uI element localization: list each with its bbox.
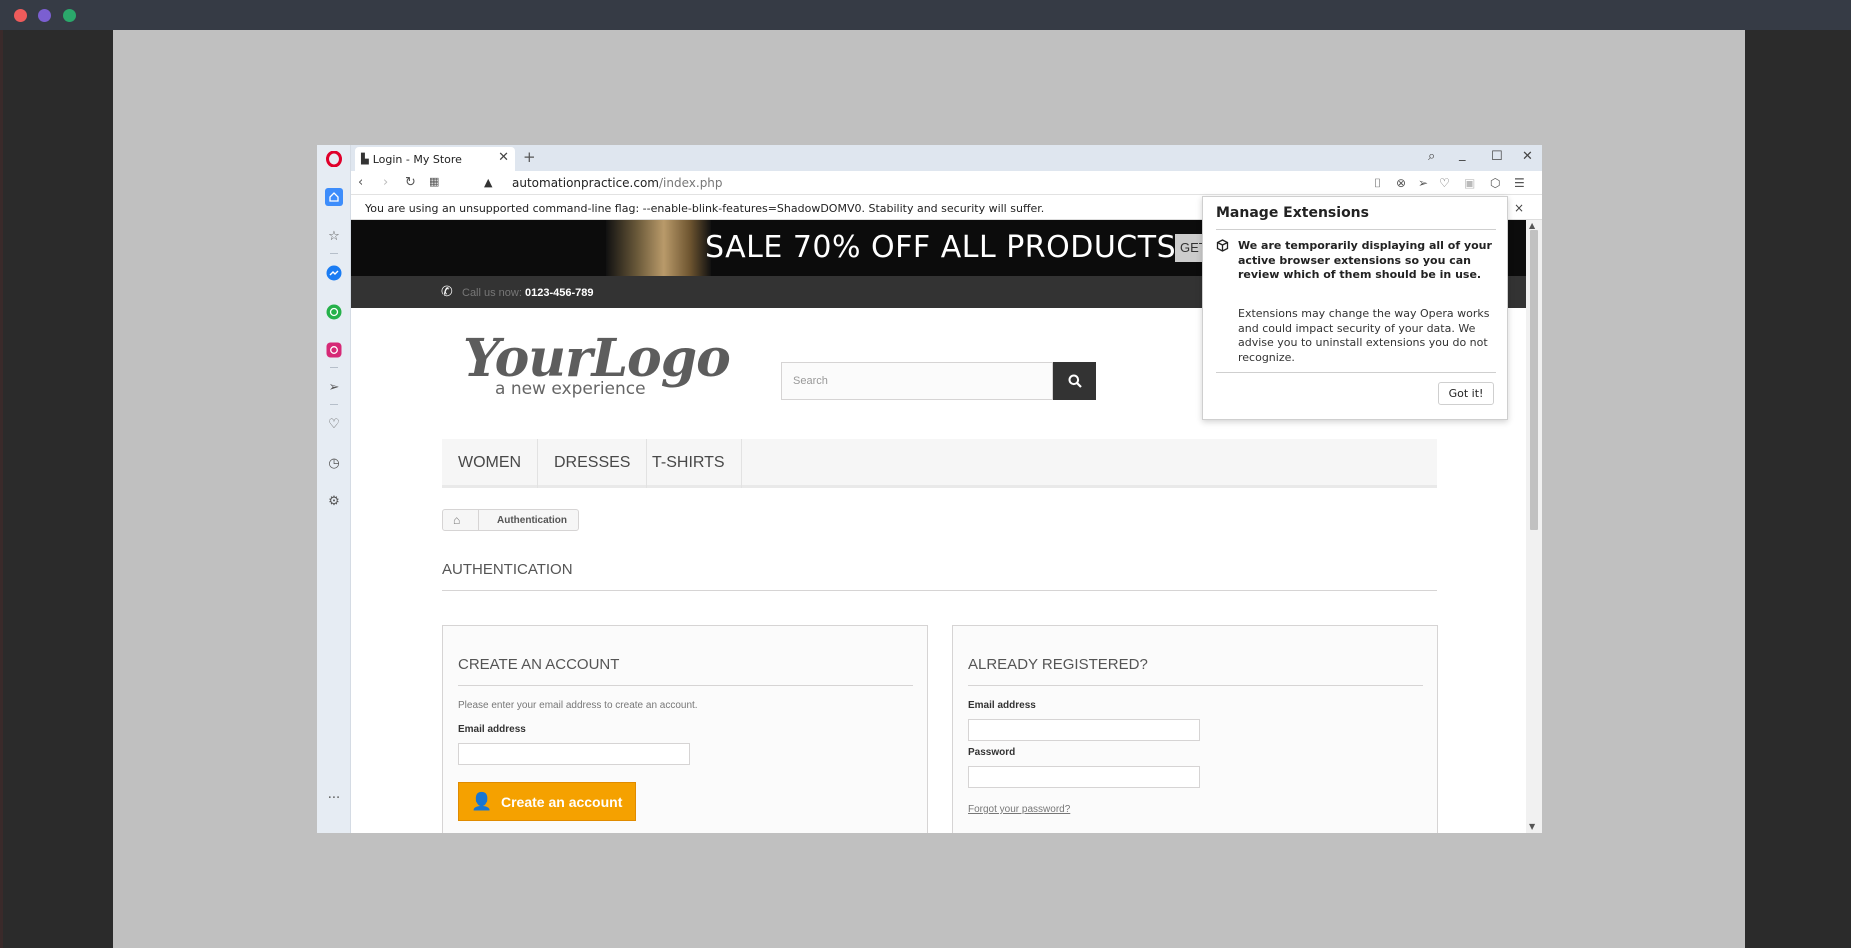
banner-text: SALE 70% OFF ALL PRODUCTS [705,230,1177,265]
maximize-dot-icon[interactable] [63,9,76,22]
forward-icon[interactable]: › [383,175,388,190]
user-icon: 👤 [471,792,493,811]
tab-close-icon[interactable]: ✕ [498,150,509,165]
search-input[interactable]: Search [781,362,1053,400]
send-icon[interactable]: ➢ [325,378,343,396]
speed-dial-icon[interactable]: ☆ [325,227,343,245]
call-us-text: Call us now: 0123-456-789 [462,287,594,299]
extension-icon[interactable]: ▣ [1464,176,1475,190]
create-email-label: Email address [458,724,526,735]
create-account-box: CREATE AN ACCOUNT Please enter your emai… [442,625,928,833]
create-account-label: Create an account [501,794,623,810]
minimize-dot-icon[interactable] [38,9,51,22]
breadcrumb: ⌂ Authentication [442,509,579,531]
camera-icon[interactable]: ⌷ [1374,176,1381,191]
login-password-field[interactable] [968,766,1200,788]
create-account-title: CREATE AN ACCOUNT [458,656,913,686]
messenger-icon[interactable] [325,264,343,282]
new-tab-button[interactable]: + [523,148,536,166]
popup-title: Manage Extensions [1216,205,1369,221]
scroll-up-icon[interactable]: ▲ [1529,221,1535,230]
page-scrollbar[interactable]: ▲ ▼ [1526,220,1542,833]
heart-icon[interactable]: ♡ [325,415,343,433]
easy-setup-icon[interactable]: ☰ [1514,176,1525,190]
host-left-panel [0,30,113,948]
search-button[interactable] [1053,362,1096,400]
login-box: ALREADY REGISTERED? Email address Passwo… [952,625,1438,833]
page-title: AUTHENTICATION [442,561,1437,591]
breadcrumb-separator [478,510,479,530]
warning-icon[interactable]: ▲ [484,176,492,189]
extensions-cube-icon[interactable]: ⬡ [1490,176,1500,190]
login-email-label: Email address [968,700,1036,711]
search-tabs-icon[interactable]: ⌕ [1428,149,1435,164]
popup-divider [1216,229,1496,230]
bookmark-heart-icon[interactable]: ♡ [1439,176,1450,190]
search-icon [1068,374,1082,388]
minimize-icon[interactable]: _ [1459,147,1466,162]
opera-logo-icon[interactable] [325,150,343,168]
create-account-instructions: Please enter your email address to creat… [458,700,698,711]
infobar-close-icon[interactable]: × [1514,201,1524,215]
address-bar: ‹ › ↻ ▦ ▲ automationpractice.com/index.p… [351,171,1542,195]
login-password-label: Password [968,747,1016,758]
more-icon[interactable]: ··· [325,789,343,807]
banner-model-image [606,220,711,276]
home-icon[interactable] [325,188,343,206]
logo-main-text: YourLogo [463,328,731,389]
instagram-icon[interactable] [325,341,343,359]
host-titlebar [0,0,1851,30]
create-email-field[interactable] [458,743,690,765]
flow-send-icon[interactable]: ➢ [1418,176,1428,190]
sidebar-separator [330,367,338,368]
favicon-icon: ▙ [361,153,369,165]
scroll-thumb[interactable] [1530,230,1538,530]
login-title: ALREADY REGISTERED? [968,656,1423,686]
breadcrumb-current: Authentication [497,515,567,526]
create-account-button[interactable]: 👤 Create an account [458,782,636,821]
infobar-text: You are using an unsupported command-lin… [365,202,1045,215]
url-field[interactable]: automationpractice.com/index.php [512,176,723,190]
history-icon[interactable]: ◷ [325,454,343,472]
close-window-icon[interactable]: ✕ [1522,149,1533,164]
whatsapp-icon[interactable] [325,303,343,321]
adblock-icon[interactable]: ⊗ [1396,176,1406,190]
got-it-button[interactable]: Got it! [1438,382,1494,405]
sidebar-separator [330,253,338,254]
popup-divider [1216,372,1496,373]
tab-title: Login - My Store [372,152,462,166]
main-menu: WOMEN DRESSES T-SHIRTS [442,439,1437,488]
tab-active[interactable]: ▙ Login - My Store ✕ [355,147,515,171]
close-dot-icon[interactable] [14,9,27,22]
banner-get-button[interactable]: GET [1175,234,1205,262]
opera-sidebar: ☆ ➢ ♡ ◷ ⚙ ··· [317,145,351,833]
back-icon[interactable]: ‹ [358,175,363,190]
popup-body-text: Extensions may change the way Opera work… [1238,307,1490,364]
settings-gear-icon[interactable]: ⚙ [325,492,343,510]
reload-icon[interactable]: ↻ [405,175,416,190]
host-right-panel [1745,30,1851,948]
tabs-grid-icon[interactable]: ▦ [429,175,439,188]
home-icon[interactable]: ⌂ [453,513,460,527]
site-logo[interactable]: YourLogo a new experience [463,328,731,400]
forgot-password-link[interactable]: Forgot your password? [968,804,1070,815]
menu-item-women[interactable]: WOMEN [442,439,539,488]
manage-extensions-popup: Manage Extensions We are temporarily dis… [1202,196,1508,420]
phone-number: 0123-456-789 [524,287,594,299]
maximize-icon[interactable]: ☐ [1491,149,1503,164]
menu-item-tshirts[interactable]: T-SHIRTS [636,439,742,488]
scroll-down-icon[interactable]: ▼ [1529,822,1535,831]
cube-icon [1216,239,1229,255]
phone-icon: ✆ [441,283,453,299]
login-email-field[interactable] [968,719,1200,741]
tab-bar: ▙ Login - My Store ✕ + ⌕ _ ☐ ✕ [351,145,1542,171]
sidebar-separator [330,404,338,405]
popup-bold-text: We are temporarily displaying all of you… [1238,239,1492,281]
menu-item-dresses[interactable]: DRESSES [538,439,648,488]
